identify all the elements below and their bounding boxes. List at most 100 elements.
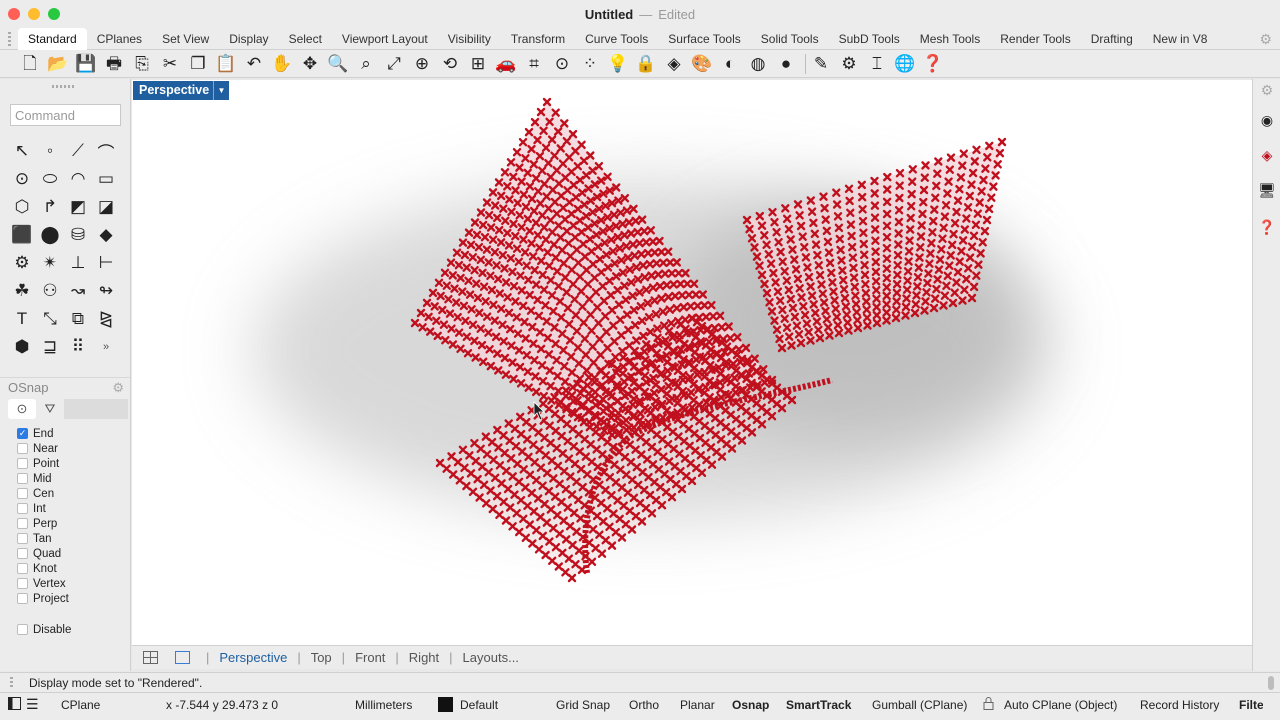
options-gear-icon[interactable]: ⚙ bbox=[837, 52, 861, 76]
lock-icon[interactable] bbox=[983, 697, 994, 713]
tab-viewport-layout[interactable]: Viewport Layout bbox=[332, 28, 438, 50]
mirror-icon[interactable]: ⧎ bbox=[92, 305, 120, 333]
four-views-icon[interactable]: ⊞ bbox=[466, 52, 490, 76]
tab-transform[interactable]: Transform bbox=[501, 28, 575, 50]
globe-icon[interactable]: 🌐 bbox=[893, 52, 917, 76]
help-icon[interactable]: ❓ bbox=[921, 52, 945, 76]
tab-front[interactable]: Front bbox=[345, 650, 395, 665]
more-tools-icon[interactable]: » bbox=[92, 333, 120, 361]
cylinder-icon[interactable]: ⛁ bbox=[64, 221, 92, 249]
osnap-item-mid[interactable]: Mid bbox=[17, 471, 127, 486]
viewport-label[interactable]: Perspective bbox=[133, 81, 216, 100]
dimension-icon[interactable]: ⌶ bbox=[865, 52, 889, 76]
osnap-item-int[interactable]: Int bbox=[17, 501, 127, 516]
import-icon[interactable]: ⎘ bbox=[130, 52, 154, 76]
four-viewports-icon[interactable] bbox=[142, 651, 158, 665]
paste-icon[interactable]: 📋 bbox=[214, 52, 238, 76]
single-viewport-icon[interactable] bbox=[174, 651, 190, 665]
grid-array-icon[interactable]: ⠿ bbox=[64, 333, 92, 361]
tab-right[interactable]: Right bbox=[399, 650, 449, 665]
polyline-icon[interactable]: ⟋ bbox=[64, 137, 92, 165]
arc-icon[interactable]: ◠ bbox=[64, 165, 92, 193]
osnap-item-cen[interactable]: Cen bbox=[17, 486, 127, 501]
tabbar-grip[interactable] bbox=[8, 32, 11, 46]
osnap-checkbox[interactable] bbox=[17, 593, 28, 604]
disable-checkbox[interactable] bbox=[17, 624, 28, 635]
gear-icon[interactable]: ⚙ bbox=[1259, 31, 1272, 48]
select-arrow-icon[interactable]: ↖ bbox=[8, 137, 36, 165]
help-panel-icon[interactable]: ❓ bbox=[1258, 218, 1276, 236]
tab-cplanes[interactable]: CPlanes bbox=[87, 28, 152, 50]
group-icon[interactable]: ☘ bbox=[8, 277, 36, 305]
tab-select[interactable]: Select bbox=[279, 28, 332, 50]
copy-icon[interactable]: ❐ bbox=[186, 52, 210, 76]
extrude-icon[interactable]: ⬢ bbox=[8, 333, 36, 361]
text-icon[interactable]: T bbox=[8, 305, 36, 333]
blend-icon[interactable]: ↝ bbox=[64, 277, 92, 305]
osnap-item-vertex[interactable]: Vertex bbox=[17, 576, 127, 591]
pan-hand-icon[interactable]: ✋ bbox=[270, 52, 294, 76]
maximize-window-button[interactable] bbox=[48, 8, 60, 20]
named-views-icon[interactable]: 🚗 bbox=[494, 52, 518, 76]
osnap-item-knot[interactable]: Knot bbox=[17, 561, 127, 576]
gear-tool-icon[interactable]: ⚙ bbox=[8, 249, 36, 277]
osnap-checkbox[interactable] bbox=[17, 563, 28, 574]
units-status[interactable]: Millimeters bbox=[355, 698, 412, 712]
tab-subd-tools[interactable]: SubD Tools bbox=[829, 28, 910, 50]
osnap-item-tan[interactable]: Tan bbox=[17, 531, 127, 546]
osnap-checkbox[interactable]: ✓ bbox=[17, 428, 28, 439]
osnap-item-perp[interactable]: Perp bbox=[17, 516, 127, 531]
display-icon[interactable]: 🖥 bbox=[1258, 181, 1276, 199]
osnap-item-near[interactable]: Near bbox=[17, 441, 127, 456]
minimize-window-button[interactable] bbox=[28, 8, 40, 20]
rotate-view-icon[interactable]: ✥ bbox=[298, 52, 322, 76]
split-icon[interactable]: ⊢ bbox=[92, 249, 120, 277]
loft-icon[interactable]: ◪ bbox=[92, 193, 120, 221]
osnap-checkbox[interactable] bbox=[17, 518, 28, 529]
dimension-tool-icon[interactable]: ⊒ bbox=[36, 333, 64, 361]
layer-status[interactable]: Default bbox=[460, 698, 498, 712]
cplane-status[interactable]: CPlane bbox=[61, 698, 100, 712]
zoom-extents-icon[interactable]: ⤢ bbox=[382, 52, 406, 76]
layer-color-swatch[interactable] bbox=[438, 697, 453, 712]
list-icon[interactable]: ☰ bbox=[26, 696, 39, 713]
gear-icon[interactable]: ⚙ bbox=[1258, 81, 1276, 99]
close-window-button[interactable] bbox=[8, 8, 20, 20]
properties-icon[interactable]: ✎ bbox=[809, 52, 833, 76]
zoom-selected-icon[interactable]: ⊕ bbox=[410, 52, 434, 76]
select-points-icon[interactable]: ⁘ bbox=[578, 52, 602, 76]
ortho-toggle[interactable]: Ortho bbox=[629, 698, 659, 712]
save-icon[interactable]: 💾 bbox=[74, 52, 98, 76]
cut-icon[interactable]: ✂ bbox=[158, 52, 182, 76]
tab-mesh-tools[interactable]: Mesh Tools bbox=[910, 28, 990, 50]
zoom-icon[interactable]: 🔍 bbox=[326, 52, 350, 76]
undo-icon[interactable]: ↶ bbox=[242, 52, 266, 76]
planar-toggle[interactable]: Planar bbox=[680, 698, 715, 712]
move-icon[interactable]: ⤡ bbox=[36, 305, 64, 333]
curve-icon[interactable]: ⌒ bbox=[92, 137, 120, 165]
light-bulb-icon[interactable]: 💡 bbox=[606, 52, 630, 76]
wireframe-sphere-icon[interactable]: ◍ bbox=[746, 52, 770, 76]
circle-icon[interactable]: ⊙ bbox=[8, 165, 36, 193]
point-filter-icon[interactable]: ⊙ bbox=[550, 52, 574, 76]
fillet-icon[interactable]: ↱ bbox=[36, 193, 64, 221]
surface-scene[interactable] bbox=[132, 80, 1252, 645]
surface-icon[interactable]: ◩ bbox=[64, 193, 92, 221]
polygon-icon[interactable]: ⬡ bbox=[8, 193, 36, 221]
tab-render-tools[interactable]: Render Tools bbox=[990, 28, 1081, 50]
rotate-icon[interactable]: ⟲ bbox=[438, 52, 462, 76]
rectangle-icon[interactable]: ▭ bbox=[92, 165, 120, 193]
osnap-checkbox[interactable] bbox=[17, 473, 28, 484]
layers-icon[interactable]: ◈ bbox=[1258, 146, 1276, 164]
point-icon[interactable]: ◦ bbox=[36, 137, 64, 165]
filter-icon[interactable]: ⛛ bbox=[36, 399, 64, 419]
cplane-icon[interactable]: ⌗ bbox=[522, 52, 546, 76]
sidebar-toggle-icon[interactable] bbox=[8, 697, 21, 713]
osnap-checkbox[interactable] bbox=[17, 548, 28, 559]
layers-icon[interactable]: ◈ bbox=[662, 52, 686, 76]
tab-visibility[interactable]: Visibility bbox=[438, 28, 501, 50]
rendered-sphere-icon[interactable]: ● bbox=[774, 52, 798, 76]
chevron-down-icon[interactable]: ▼ bbox=[213, 81, 229, 100]
smarttrack-toggle[interactable]: SmartTrack bbox=[786, 698, 851, 712]
tab-drafting[interactable]: Drafting bbox=[1081, 28, 1143, 50]
